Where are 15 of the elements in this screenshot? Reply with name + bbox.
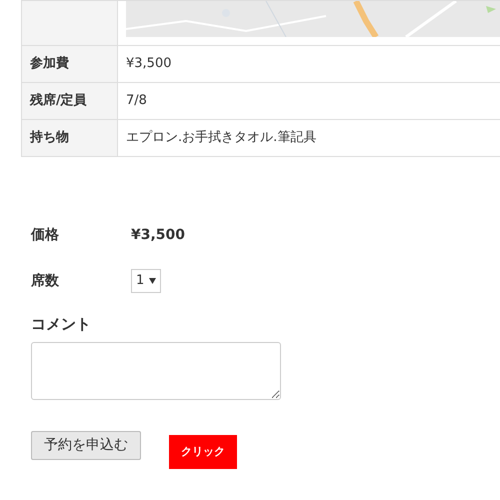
callout: クリック [169,434,237,469]
row-value: ¥3,500 [126,56,172,72]
field-label: コメント [31,314,92,335]
price-value: ¥3,500 [131,226,186,244]
field-label: 価格 [31,226,60,244]
submit-button[interactable]: 予約を申込む [31,430,141,460]
caret-icon [149,278,156,284]
row-label: 持ち物 [30,130,69,146]
field-label: 席数 [31,272,60,290]
row-value: 7/8 [126,93,147,108]
row-label: 参加費 [30,56,69,72]
comment-field[interactable] [31,342,281,400]
row-label: 残席/定員 [30,93,87,108]
row-value: エプロン.お手拭きタオル.筆記具 [126,130,316,146]
seat-select[interactable]: 1 [131,269,162,293]
